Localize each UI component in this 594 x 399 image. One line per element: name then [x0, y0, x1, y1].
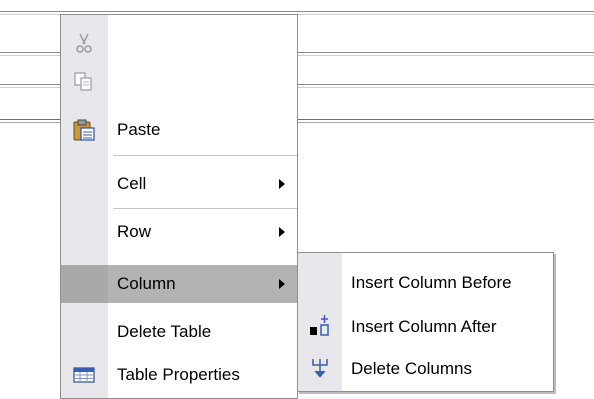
paste-icon: [71, 118, 97, 142]
menu-item-label: Cell: [117, 174, 147, 193]
menu-item-label: Delete Table: [117, 322, 212, 341]
menu-item-delete-table[interactable]: Delete Table: [61, 313, 297, 351]
menu-item-table-properties[interactable]: Table Properties: [61, 356, 297, 394]
copy-icon: [71, 70, 97, 94]
menu-item-row[interactable]: Row: [61, 213, 297, 251]
submenu-item-label: Delete Columns: [351, 359, 472, 378]
submenu-arrow-icon: [279, 279, 285, 289]
menu-item-label: Paste: [117, 120, 161, 139]
menu-item-label: Row: [117, 222, 152, 241]
menu-item-cut[interactable]: [61, 25, 297, 63]
menu-item-cell[interactable]: Cell: [61, 165, 297, 203]
submenu-arrow-icon: [279, 179, 285, 189]
column-submenu: Insert Column Before Insert Column After…: [297, 252, 554, 392]
cut-icon: [71, 32, 97, 56]
submenu-item-insert-column-before[interactable]: Insert Column Before: [298, 262, 553, 302]
menu-item-column[interactable]: Column: [61, 265, 297, 303]
table-properties-icon: [71, 363, 97, 387]
menu-item-paste[interactable]: Paste: [61, 111, 297, 149]
insert-column-after-icon: [307, 314, 333, 338]
submenu-arrow-icon: [279, 227, 285, 237]
menu-item-copy[interactable]: [61, 63, 297, 101]
highlight-gutter: [61, 265, 108, 303]
submenu-item-insert-column-after[interactable]: Insert Column After: [298, 306, 553, 346]
context-menu: Paste Cell Row Column Delete Table Table…: [60, 14, 298, 399]
submenu-item-label: Insert Column After: [351, 317, 497, 336]
menu-item-label: Table Properties: [117, 365, 240, 384]
menu-item-label: Column: [117, 274, 176, 293]
delete-columns-icon: [307, 356, 333, 380]
submenu-item-delete-columns[interactable]: Delete Columns: [298, 348, 553, 388]
submenu-item-label: Insert Column Before: [351, 273, 512, 292]
menu-separator: [113, 208, 297, 209]
menu-separator: [113, 155, 297, 156]
